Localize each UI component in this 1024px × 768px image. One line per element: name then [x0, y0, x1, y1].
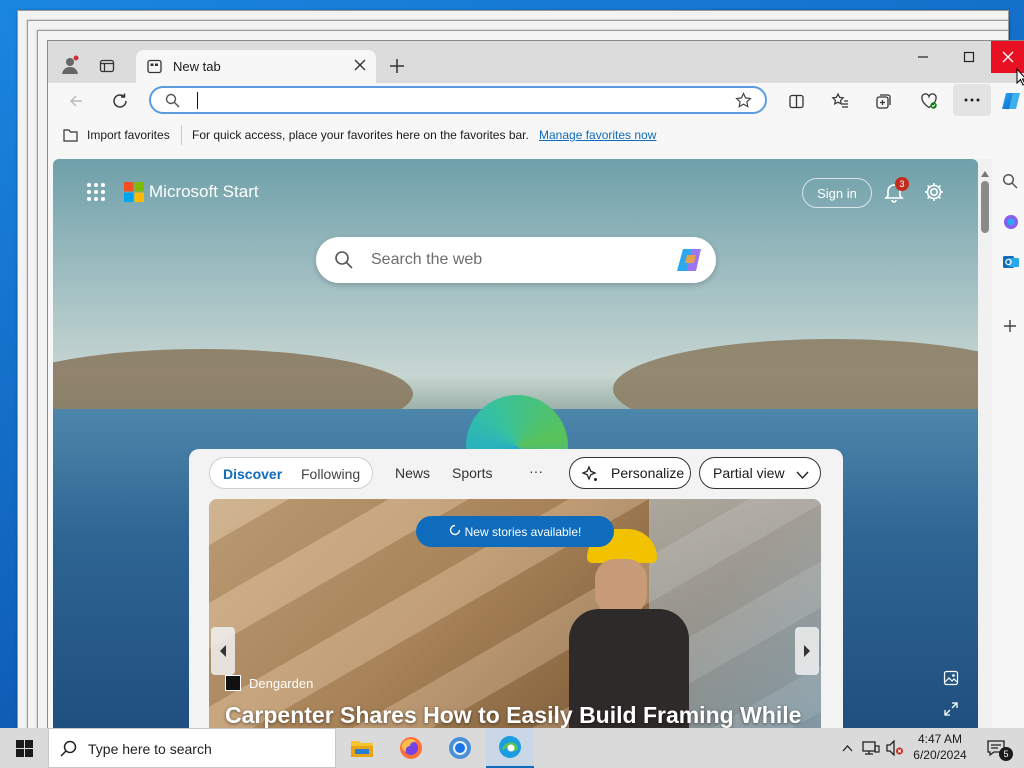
new-tab-button[interactable]: [386, 55, 408, 77]
taskbar-search-box[interactable]: Type here to search: [48, 728, 336, 768]
source-logo-icon: [225, 675, 241, 691]
back-button[interactable]: [64, 89, 88, 113]
favorites-icon[interactable]: [828, 89, 852, 113]
brand-title[interactable]: Microsoft Start: [149, 182, 259, 202]
favorites-bar-hint: For quick access, place your favorites h…: [192, 128, 529, 142]
import-favorites-icon: [63, 128, 78, 145]
edge-sidebar: [992, 121, 1024, 729]
chrome-icon[interactable]: [436, 728, 484, 768]
new-stories-label: New stories available!: [464, 524, 582, 539]
profile-icon[interactable]: [58, 53, 82, 77]
web-search-box[interactable]: Search the web: [316, 237, 716, 283]
article-image-worker: [559, 529, 719, 729]
address-input[interactable]: [197, 92, 198, 109]
refresh-button[interactable]: [108, 89, 132, 113]
web-search-placeholder: Search the web: [371, 251, 483, 268]
article-source[interactable]: Dengarden: [249, 676, 313, 691]
browser-essentials-icon[interactable]: [917, 89, 941, 113]
background-image-info-icon[interactable]: [943, 670, 959, 689]
browser-window: New tab Import favorites For quick acces…: [47, 40, 1024, 730]
tab-following[interactable]: Following: [301, 466, 360, 482]
sign-in-button[interactable]: Sign in: [802, 178, 872, 208]
carousel-previous-button[interactable]: [211, 627, 235, 675]
new-tab-page: Microsoft Start Sign in 3 Search the web…: [53, 159, 978, 729]
clock-time: 4:47 AM: [917, 732, 963, 746]
featured-article-card[interactable]: New stories available! Dengarden Carpent…: [209, 499, 821, 729]
feed-link-news[interactable]: News: [395, 465, 430, 481]
copilot-search-icon[interactable]: [676, 247, 704, 276]
sidebar-copilot-app-icon[interactable]: [1002, 213, 1020, 234]
web-search-icon: [334, 250, 354, 273]
copilot-icon[interactable]: [998, 89, 1024, 113]
action-center-button[interactable]: 5: [976, 728, 1016, 768]
search-icon: [165, 93, 180, 111]
tab-strip: New tab: [48, 41, 1024, 83]
loading-spinner-icon: [449, 524, 461, 539]
notifications-badge: 3: [895, 177, 909, 191]
file-explorer-icon[interactable]: [338, 728, 386, 768]
favorite-star-icon[interactable]: [735, 92, 752, 112]
personalize-sparkle-icon: [581, 465, 599, 486]
volume-muted-icon[interactable]: [884, 728, 906, 768]
expand-icon[interactable]: [943, 701, 959, 720]
tab-discover[interactable]: Discover: [223, 466, 282, 482]
new-tab-page-icon: [147, 59, 162, 77]
collections-icon[interactable]: [872, 89, 896, 113]
taskbar-search-icon: [60, 740, 77, 760]
favorites-bar-divider: [181, 125, 182, 145]
close-tab-icon[interactable]: [354, 59, 366, 74]
settings-and-more-button[interactable]: [953, 84, 991, 116]
tab-title: New tab: [173, 59, 221, 74]
import-favorites-button[interactable]: Import favorites: [87, 128, 170, 142]
article-headline[interactable]: Carpenter Shares How to Easily Build Fra…: [225, 702, 801, 729]
apps-launcher-icon[interactable]: [86, 182, 106, 205]
sidebar-outlook-icon[interactable]: [1002, 253, 1020, 274]
minimize-button[interactable]: [900, 41, 946, 73]
feed-more-button[interactable]: ···: [529, 463, 543, 479]
action-center-badge: 5: [999, 747, 1013, 761]
tab-actions-icon[interactable]: [96, 55, 118, 77]
chevron-down-icon: [796, 468, 809, 483]
sidebar-add-icon[interactable]: [1003, 319, 1017, 336]
navigation-toolbar: [48, 83, 1024, 119]
firefox-icon[interactable]: [387, 728, 435, 768]
page-settings-gear-icon[interactable]: [923, 181, 945, 206]
favorites-bar: Import favorites For quick access, place…: [48, 119, 1024, 151]
sidebar-search-icon[interactable]: [1002, 173, 1018, 192]
carousel-next-button[interactable]: [795, 627, 819, 675]
network-icon[interactable]: [860, 728, 882, 768]
view-mode-value: Partial view: [713, 465, 785, 481]
split-screen-icon[interactable]: [784, 89, 808, 113]
clock-date: 6/20/2024: [913, 748, 967, 762]
feed-link-sports[interactable]: Sports: [452, 465, 492, 481]
taskbar-search-placeholder: Type here to search: [88, 741, 212, 757]
manage-favorites-link[interactable]: Manage favorites now: [539, 128, 656, 142]
start-button[interactable]: [0, 728, 48, 768]
maximize-button[interactable]: [946, 41, 992, 73]
personalize-button[interactable]: Personalize: [569, 457, 691, 489]
news-feed-panel: Discover Following News Sports ··· Perso…: [189, 449, 843, 729]
scroll-thumb[interactable]: [981, 181, 989, 233]
new-stories-button[interactable]: New stories available!: [416, 516, 614, 547]
address-bar[interactable]: [149, 86, 767, 114]
show-hidden-icons-chevron-icon[interactable]: [838, 728, 856, 768]
edge-taskbar-icon[interactable]: [486, 728, 534, 768]
page-scrollbar[interactable]: [978, 159, 992, 729]
personalize-label: Personalize: [611, 465, 685, 481]
mouse-cursor-icon: [1016, 67, 1024, 89]
view-mode-select[interactable]: Partial view: [699, 457, 821, 489]
scroll-up-arrow-icon[interactable]: [981, 165, 989, 180]
feed-tabs-group: Discover Following: [209, 457, 373, 489]
windows-taskbar: Type here to search 4:47 AM 6/20/2024 5: [0, 728, 1024, 768]
microsoft-logo-icon: [124, 182, 144, 205]
clock[interactable]: 4:47 AM 6/20/2024: [908, 731, 972, 765]
tab-new-tab[interactable]: New tab: [136, 50, 376, 83]
